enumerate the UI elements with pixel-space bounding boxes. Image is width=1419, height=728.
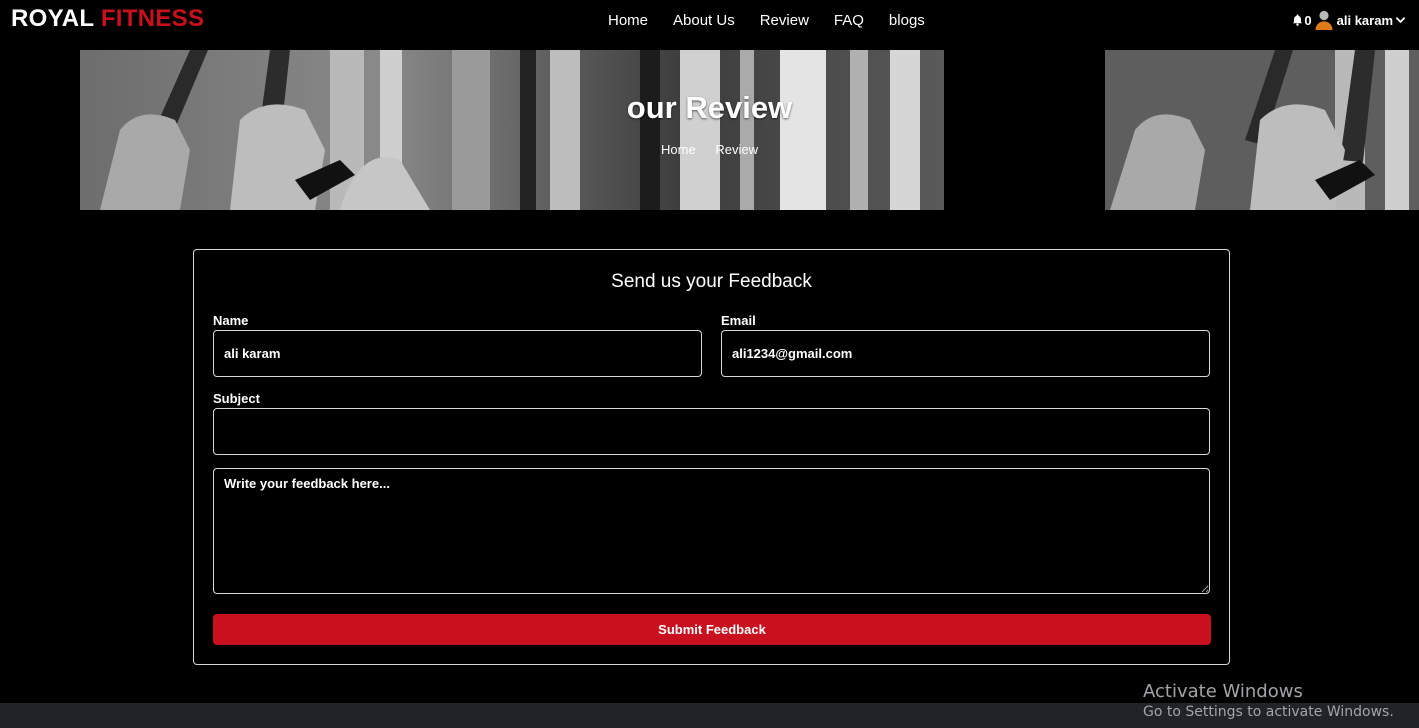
form-title: Send us your Feedback xyxy=(611,271,812,292)
nav-link-home[interactable]: Home xyxy=(608,12,648,29)
submit-feedback-button[interactable]: Submit Feedback xyxy=(213,614,1211,645)
feedback-form-card: Send us your Feedback Name Email Subject… xyxy=(193,249,1230,665)
name-label: Name xyxy=(213,313,249,328)
subject-label: Subject xyxy=(213,391,260,406)
feedback-textarea[interactable] xyxy=(213,468,1210,594)
watermark-title: Activate Windows xyxy=(1143,681,1303,702)
watermark-subtitle: Go to Settings to activate Windows. xyxy=(1143,704,1394,720)
breadcrumb-home[interactable]: Home xyxy=(661,142,696,157)
name-field[interactable] xyxy=(213,330,702,377)
notification-count: 0 xyxy=(1304,12,1312,28)
chevron-down-icon xyxy=(1396,16,1405,23)
nav-link-blogs[interactable]: blogs xyxy=(889,12,925,29)
user-avatar-icon xyxy=(1315,10,1333,30)
gym-rope-photo xyxy=(80,50,944,210)
breadcrumb: Home Review xyxy=(0,142,1419,157)
page-hero-banner: our Review Home Review xyxy=(0,50,1419,210)
brand-logo[interactable]: ROYAL FITNESS xyxy=(11,5,204,33)
windows-activation-watermark: Activate Windows Go to Settings to activ… xyxy=(1143,681,1394,720)
email-label: Email xyxy=(721,313,756,328)
nav-link-review[interactable]: Review xyxy=(760,12,809,29)
breadcrumb-review: Review xyxy=(715,142,758,157)
brand-part-fitness: FITNESS xyxy=(100,5,205,32)
nav-link-about-us[interactable]: About Us xyxy=(673,12,735,29)
navbar: ROYAL FITNESS Home About Us Review FAQ b… xyxy=(0,0,1419,50)
bell-icon[interactable] xyxy=(1292,14,1303,26)
user-name: ali karam xyxy=(1336,12,1393,28)
gym-rope-photo-repeat xyxy=(1105,50,1419,210)
page-title: our Review xyxy=(626,90,793,125)
subject-field[interactable] xyxy=(213,408,1210,455)
user-menu[interactable]: 0 ali karam xyxy=(1292,10,1405,30)
nav-link-faq[interactable]: FAQ xyxy=(834,12,864,29)
email-field[interactable] xyxy=(721,330,1210,377)
brand-part-royal: ROYAL xyxy=(11,5,94,32)
nav-menu: Home About Us Review FAQ blogs xyxy=(608,12,950,29)
